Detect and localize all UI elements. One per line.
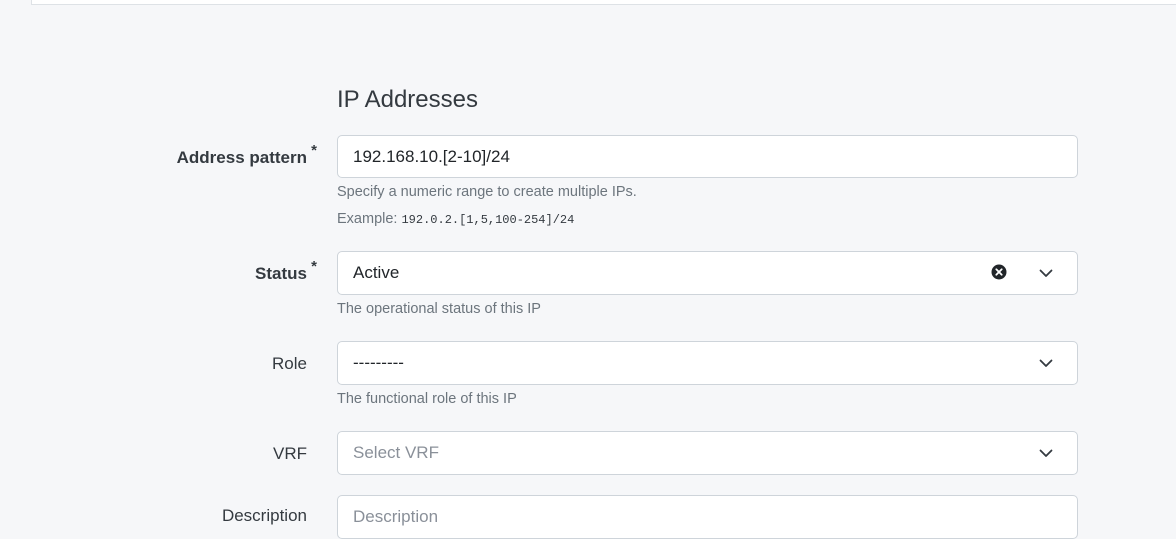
example-code: 192.0.2.[1,5,100-254]/24 bbox=[401, 213, 575, 227]
required-mark: * bbox=[311, 142, 317, 159]
vrf-placeholder: Select VRF bbox=[353, 443, 439, 462]
address-pattern-label-text: Address pattern bbox=[176, 148, 307, 167]
status-value: Active bbox=[353, 263, 400, 282]
chevron-down-icon[interactable] bbox=[1039, 446, 1053, 460]
section-title: IP Addresses bbox=[337, 86, 478, 113]
role-help: The functional role of this IP bbox=[337, 391, 517, 407]
role-value: --------- bbox=[353, 353, 404, 372]
example-label: Example: bbox=[337, 211, 398, 227]
chevron-down-icon[interactable] bbox=[1039, 266, 1053, 280]
clear-selection-icon[interactable] bbox=[991, 264, 1007, 280]
address-pattern-input[interactable]: 192.168.10.[2-10]/24 bbox=[337, 135, 1078, 178]
vrf-select[interactable]: Select VRF bbox=[337, 431, 1078, 475]
address-pattern-help: Specify a numeric range to create multip… bbox=[337, 184, 637, 200]
vrf-label: VRF bbox=[273, 444, 307, 463]
top-panel-edge bbox=[31, 0, 1176, 5]
role-label: Role bbox=[272, 354, 307, 373]
chevron-down-icon[interactable] bbox=[1039, 356, 1053, 370]
description-label: Description bbox=[221, 506, 307, 525]
status-select[interactable]: Active bbox=[337, 251, 1078, 295]
description-placeholder: Description bbox=[353, 507, 439, 526]
address-pattern-value: 192.168.10.[2-10]/24 bbox=[353, 147, 510, 166]
description-input[interactable]: Description bbox=[337, 495, 1078, 539]
required-mark: * bbox=[311, 258, 317, 275]
address-pattern-example: Example: 192.0.2.[1,5,100-254]/24 bbox=[337, 211, 574, 227]
address-pattern-label: Address pattern * bbox=[176, 142, 317, 168]
status-label-text: Status bbox=[255, 264, 307, 283]
status-help: The operational status of this IP bbox=[337, 301, 541, 317]
status-label: Status * bbox=[255, 258, 317, 284]
role-select[interactable]: --------- bbox=[337, 341, 1078, 385]
